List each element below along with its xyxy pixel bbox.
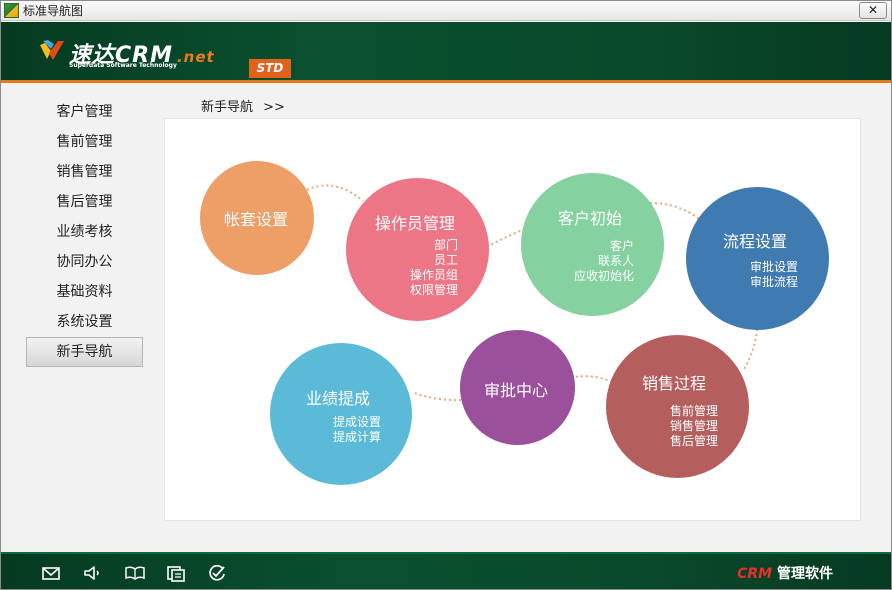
breadcrumb-label: 新手导航 [201, 100, 254, 115]
nav-approval-center-title: 审批中心 [484, 381, 549, 400]
footer-brand: CRM 管理软件 [737, 566, 833, 582]
sidebar-item-aftersales[interactable]: 售后管理 [26, 187, 143, 217]
nav-account-setup-title: 帐套设置 [224, 210, 289, 229]
nav-sales-process-title: 销售过程 [642, 374, 707, 393]
nav-customer-init[interactable]: 客户初始 客户 联系人 应收初始化 [521, 173, 664, 316]
nav-commission-items: 提成设置 提成计算 [332, 415, 381, 444]
logo-mark-icon [40, 40, 64, 60]
nav-account-setup[interactable]: 帐套设置 [200, 161, 314, 275]
nav-operator-management-title: 操作员管理 [375, 214, 456, 233]
nav-operator-management[interactable]: 操作员管理 部门 员工 操作员组 权限管理 [346, 178, 489, 321]
header-banner: 速达CRM .net Superdata Software Technology … [1, 22, 891, 83]
check-circle-icon[interactable] [207, 564, 227, 582]
footer-bar: CRM 管理软件 [1, 552, 891, 589]
document-icon[interactable] [166, 564, 186, 582]
sidebar-item-sales[interactable]: 销售管理 [26, 157, 143, 187]
sidebar-menu: 客户管理 售前管理 销售管理 售后管理 业绩考核 协同办公 基础资料 系统设置 … [26, 97, 143, 367]
connector-account-operator [306, 184, 364, 202]
guide-panel: 帐套设置 操作员管理 部门 员工 操作员组 权限管理 客户初始 客户 联系人 应… [164, 118, 861, 521]
sidebar-item-system-settings[interactable]: 系统设置 [26, 307, 143, 337]
nav-customer-init-items: 客户 联系人 应收初始化 [573, 239, 634, 283]
close-button[interactable]: ✕ [859, 2, 887, 19]
app-window: 标准导航图 ✕ 速达CRM .net Superdata Software Tec… [0, 0, 892, 590]
nav-operator-management-items: 部门 员工 操作员组 权限管理 [409, 238, 458, 297]
sidebar-item-beginner-guide[interactable]: 新手导航 [26, 337, 143, 367]
sidebar-item-performance[interactable]: 业绩考核 [26, 217, 143, 247]
nav-commission-title: 业绩提成 [306, 389, 371, 408]
sidebar-item-basic-data[interactable]: 基础资料 [26, 277, 143, 307]
book-icon[interactable] [125, 564, 145, 582]
connector-approval-commission [411, 391, 462, 402]
nav-sales-process[interactable]: 销售过程 售前管理 销售管理 售后管理 [606, 335, 749, 478]
nav-commission[interactable]: 业绩提成 提成设置 提成计算 [270, 343, 412, 485]
connector-sales-approval [572, 375, 613, 383]
app-icon [4, 3, 19, 18]
nav-workflow-setup-items: 审批设置 审批流程 [749, 260, 798, 289]
window-title: 标准导航图 [23, 4, 84, 18]
logo-tagline: Superdata Software Technology [69, 62, 177, 69]
sidebar-item-presales[interactable]: 售前管理 [26, 127, 143, 157]
mail-icon[interactable] [41, 564, 61, 582]
nav-workflow-setup-title: 流程设置 [723, 232, 788, 251]
breadcrumb: 新手导航 >> [201, 96, 285, 115]
connector-operator-customer [486, 228, 526, 248]
connector-workflow-sales [742, 328, 758, 372]
sidebar-item-collaboration[interactable]: 协同办公 [26, 247, 143, 277]
nav-sales-process-items: 售前管理 销售管理 售后管理 [669, 404, 718, 448]
speaker-icon[interactable] [83, 564, 103, 582]
edition-badge: STD [249, 59, 291, 78]
nav-customer-init-title: 客户初始 [558, 209, 623, 228]
breadcrumb-arrow: >> [263, 100, 285, 115]
nav-workflow-setup[interactable]: 流程设置 审批设置 审批流程 [686, 187, 829, 330]
sidebar-item-customer[interactable]: 客户管理 [26, 97, 143, 127]
nav-approval-center[interactable]: 审批中心 [460, 330, 575, 445]
title-bar: 标准导航图 ✕ [1, 1, 891, 21]
